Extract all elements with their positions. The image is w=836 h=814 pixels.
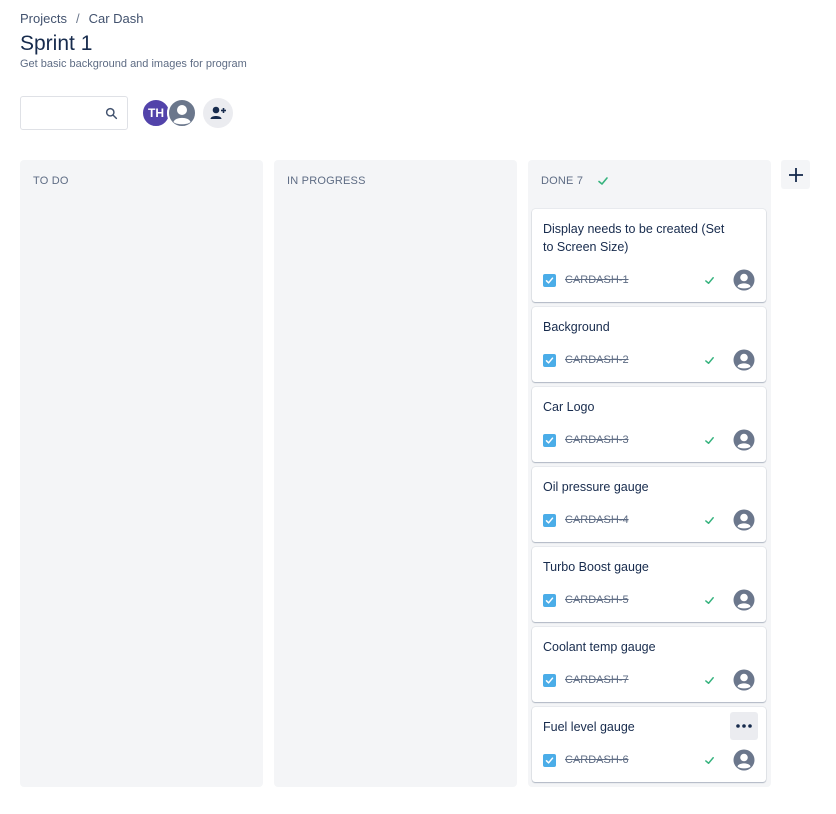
issue-summary: Oil pressure gauge: [543, 480, 649, 494]
breadcrumb-project-link[interactable]: Car Dash: [89, 11, 144, 26]
issue-summary: Turbo Boost gauge: [543, 560, 649, 574]
column-in-progress[interactable]: IN PROGRESS: [274, 160, 517, 787]
issue-key[interactable]: CARDASH-6: [565, 754, 629, 766]
search-icon: [105, 107, 118, 120]
column-title: DONE 7: [541, 175, 584, 187]
issue-summary: Coolant temp gauge: [543, 640, 656, 654]
task-type-icon: [543, 593, 556, 607]
more-actions-button[interactable]: [730, 712, 758, 740]
card-footer: CARDASH-6: [543, 749, 755, 771]
user-avatar-icon: [167, 98, 197, 128]
sprint-goal: Get basic background and images for prog…: [20, 58, 247, 70]
column-header: TO DO: [33, 175, 69, 187]
add-column-button[interactable]: [781, 160, 810, 189]
task-type-icon: [543, 513, 556, 527]
assignee-avatar-icon[interactable]: [733, 349, 755, 371]
assignee-avatar-icon[interactable]: [733, 429, 755, 451]
issue-card[interactable]: Fuel level gauge CARDASH-6: [532, 707, 766, 782]
done-check-icon: [705, 597, 714, 604]
add-people-button[interactable]: [203, 98, 233, 128]
assignee-avatar-icon[interactable]: [733, 749, 755, 771]
card-footer: CARDASH-4: [543, 509, 755, 531]
search-input[interactable]: [27, 98, 107, 128]
assignee-avatar-icon[interactable]: [733, 669, 755, 691]
assignee-filter: TH: [141, 98, 233, 128]
column-title: IN PROGRESS: [287, 175, 366, 187]
breadcrumb-projects-link[interactable]: Projects: [20, 11, 67, 26]
column-done[interactable]: DONE 7 Display needs to be created (Set …: [528, 160, 771, 787]
done-check-icon: [705, 437, 714, 444]
issue-key[interactable]: CARDASH-2: [565, 354, 629, 366]
issue-card[interactable]: Car Logo CARDASH-3: [532, 387, 766, 462]
issue-card[interactable]: Display needs to be created (Set to Scre…: [532, 209, 766, 302]
assignee-avatar-icon[interactable]: [733, 589, 755, 611]
add-person-icon: [210, 106, 226, 119]
avatar-initials: TH: [148, 106, 164, 120]
plus-icon: [788, 167, 803, 182]
page-title: Sprint 1: [20, 32, 93, 55]
breadcrumb: Projects / Car Dash: [20, 11, 144, 26]
issue-summary: Car Logo: [543, 400, 595, 414]
issue-card[interactable]: Coolant temp gauge CARDASH-7: [532, 627, 766, 702]
issue-card[interactable]: Oil pressure gauge CARDASH-4: [532, 467, 766, 542]
issue-key[interactable]: CARDASH-3: [565, 434, 629, 446]
task-type-icon: [543, 273, 556, 287]
done-check-icon: [705, 277, 714, 284]
card-footer: CARDASH-1: [543, 269, 755, 291]
done-check-icon: [705, 517, 714, 524]
assignee-avatar-icon[interactable]: [733, 269, 755, 291]
card-footer: CARDASH-3: [543, 429, 755, 451]
issue-summary: Display needs to be created (Set to Scre…: [543, 222, 725, 254]
issue-key[interactable]: CARDASH-4: [565, 514, 629, 526]
issue-key[interactable]: CARDASH-1: [565, 274, 629, 286]
issue-key[interactable]: CARDASH-5: [565, 594, 629, 606]
task-type-icon: [543, 753, 556, 767]
issue-card[interactable]: Turbo Boost gauge CARDASH-5: [532, 547, 766, 622]
card-footer: CARDASH-5: [543, 589, 755, 611]
assignee-avatar-icon[interactable]: [733, 509, 755, 531]
done-check-icon: [705, 357, 714, 364]
task-type-icon: [543, 433, 556, 447]
more-icon: [736, 724, 752, 728]
column-title: TO DO: [33, 175, 69, 187]
issue-summary: Background: [543, 320, 610, 334]
issue-summary: Fuel level gauge: [543, 720, 635, 734]
breadcrumb-separator: /: [75, 11, 80, 26]
column-todo[interactable]: TO DO: [20, 160, 263, 787]
done-check-icon: [705, 677, 714, 684]
check-icon: [598, 177, 608, 185]
card-footer: CARDASH-2: [543, 349, 755, 371]
done-check-icon: [705, 757, 714, 764]
column-header: DONE 7: [541, 175, 609, 187]
issue-card[interactable]: Background CARDASH-2: [532, 307, 766, 382]
issue-key[interactable]: CARDASH-7: [565, 674, 629, 686]
task-type-icon: [543, 673, 556, 687]
task-type-icon: [543, 353, 556, 367]
search-box[interactable]: [20, 96, 128, 130]
column-header: IN PROGRESS: [287, 175, 366, 187]
card-footer: CARDASH-7: [543, 669, 755, 691]
avatar-unassigned[interactable]: [167, 98, 197, 128]
